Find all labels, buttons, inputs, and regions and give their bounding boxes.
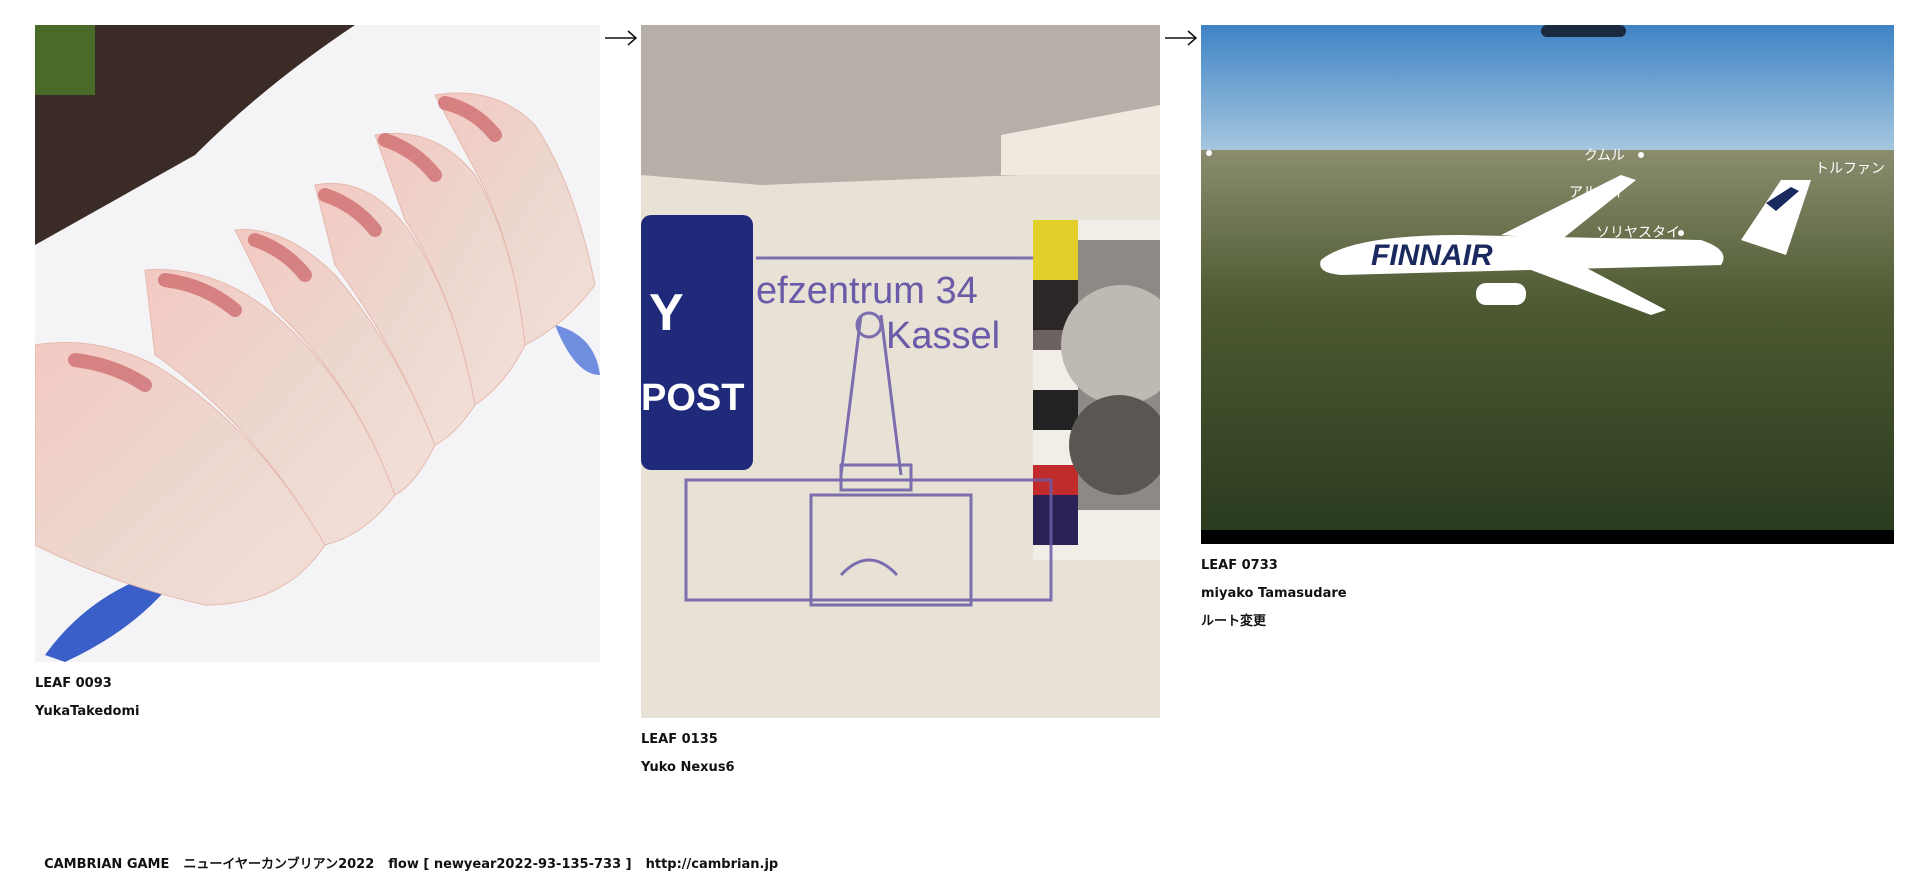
post-letter: Y	[649, 284, 684, 342]
map-label: ソリヤスタイ	[1596, 225, 1680, 241]
leaf-caption: ルート変更	[1201, 614, 1267, 629]
leaf-author[interactable]: YukaTakedomi	[35, 698, 600, 726]
leaf-card-0135: Y POST efzentrum 34 Kassel LEAF 0135 Yuk…	[641, 25, 1160, 782]
map-label: クムル	[1584, 148, 1625, 164]
leaf-photo-flightmap[interactable]: FINNAIR クムル トルファン アルタイ ソリヤスタイ	[1201, 25, 1894, 544]
footer-flow: flow [ newyear2022-93-135-733 ]	[388, 857, 632, 872]
leaf-id: LEAF 0135	[641, 732, 718, 747]
leaf-id: LEAF 0093	[35, 676, 112, 691]
right-arrow-icon	[605, 30, 638, 46]
leaf-photo-sashimi[interactable]	[35, 25, 600, 662]
leaf-author[interactable]: Yuko Nexus6	[641, 754, 1160, 782]
map-label: トルファン	[1815, 161, 1885, 177]
map-label: アルタイ	[1569, 185, 1625, 201]
airline-logo-text: FINNAIR	[1371, 239, 1493, 272]
leaf-card-0093: LEAF 0093 YukaTakedomi	[35, 25, 600, 726]
postmark-line-2: Kassel	[886, 315, 1000, 357]
right-arrow-icon	[1165, 30, 1198, 46]
leaf-photo-postmark[interactable]: Y POST efzentrum 34 Kassel	[641, 25, 1160, 718]
leaf-card-0733: FINNAIR クムル トルファン アルタイ ソリヤスタイ LEAF 0733 …	[1201, 25, 1894, 636]
leaf-id: LEAF 0733	[1201, 558, 1278, 573]
footer-brand[interactable]: CAMBRIAN GAME	[44, 857, 169, 872]
post-logo-text: POST	[641, 377, 744, 419]
postmark-line-1: efzentrum 34	[756, 270, 978, 312]
footer-title: ニューイヤーカンブリアン2022	[183, 857, 375, 872]
footer-url-link[interactable]: http://cambrian.jp	[646, 857, 779, 872]
leaf-author[interactable]: miyako Tamasudare	[1201, 580, 1894, 608]
page-footer: CAMBRIAN GAME ニューイヤーカンブリアン2022 flow [ newy…	[35, 838, 792, 872]
